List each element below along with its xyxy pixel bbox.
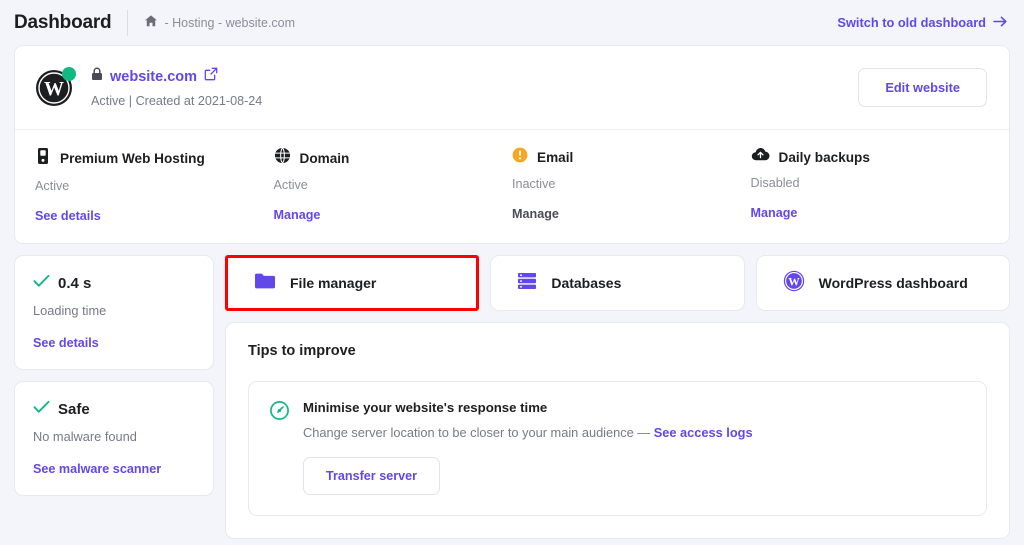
website-name-row: website.com [91,67,262,86]
tips-card: Tips to improve Minimise your website's … [225,322,1010,539]
quick-action-wordpress-dashboard[interactable]: W WordPress dashboard [756,255,1010,311]
right-column: File manager Databases [225,255,1010,539]
speedometer-icon [269,400,290,495]
check-icon [33,400,50,419]
service-item-email: Email Inactive Manage [512,147,751,225]
service-action-link[interactable]: Manage [512,207,559,221]
stat-card-loading-time: 0.4 s Loading time See details [14,255,214,370]
service-status: Disabled [751,176,990,190]
stat-card-malware: Safe No malware found See malware scanne… [14,381,214,496]
service-title: Domain [300,151,350,166]
stat-label: Loading time [33,303,195,318]
service-header: Daily backups [751,147,990,167]
cloud-upload-icon [751,147,770,167]
service-status: Active [35,179,274,193]
service-title: Premium Web Hosting [60,151,205,166]
stat-header: 0.4 s [33,274,195,293]
arrow-right-icon [993,15,1008,31]
quick-action-label: WordPress dashboard [819,275,968,291]
stat-header: Safe [33,400,195,419]
lock-icon [91,67,103,86]
service-title: Daily backups [779,150,870,165]
stat-value: Safe [58,401,90,418]
wordpress-icon: W [783,270,805,297]
website-name-link[interactable]: website.com [110,69,197,85]
globe-icon [274,147,291,169]
service-item-backups: Daily backups Disabled Manage [751,147,990,225]
tip-item: Minimise your website's response time Ch… [248,381,987,516]
tip-description: Change server location to be closer to y… [303,425,966,440]
switch-link-label: Switch to old dashboard [837,15,986,30]
service-action-link[interactable]: Manage [274,208,321,222]
service-item-domain: Domain Active Manage [274,147,513,225]
main-content: W website.com [0,45,1024,539]
service-header: Email [512,147,751,168]
website-card: W website.com [14,45,1010,244]
breadcrumb-text: - Hosting - website.com [164,16,295,30]
breadcrumb: - Hosting - website.com [144,14,295,31]
check-icon [33,274,50,293]
database-icon [517,272,537,295]
quick-actions-row: File manager Databases [225,255,1010,311]
folder-icon [254,272,276,295]
stat-label: No malware found [33,429,195,444]
website-card-header: W website.com [15,46,1009,130]
stat-link[interactable]: See malware scanner [33,462,161,476]
services-row: Premium Web Hosting Active See details D… [15,130,1009,243]
stat-link[interactable]: See details [33,336,99,350]
home-icon [144,14,158,31]
status-dot [62,67,76,81]
svg-text:W: W [788,276,800,288]
edit-website-button[interactable]: Edit website [858,68,987,107]
service-action-link[interactable]: See details [35,209,101,223]
service-title: Email [537,150,573,165]
quick-action-label: File manager [290,275,376,291]
tip-body: Minimise your website's response time Ch… [303,400,966,495]
see-access-logs-link[interactable]: See access logs [654,425,753,440]
quick-action-label: Databases [551,275,621,291]
lower-region: 0.4 s Loading time See details Safe No m… [14,255,1010,539]
external-link-icon[interactable] [204,67,218,86]
page-title: Dashboard [14,12,111,34]
service-item-hosting: Premium Web Hosting Active See details [35,147,274,225]
server-icon [35,147,51,170]
quick-action-databases[interactable]: Databases [490,255,744,311]
quick-action-file-manager[interactable]: File manager [225,255,479,311]
tip-heading: Minimise your website's response time [303,400,966,415]
wordpress-logo: W [35,69,73,107]
stat-value: 0.4 s [58,275,91,292]
tips-title: Tips to improve [248,343,987,359]
service-header: Premium Web Hosting [35,147,274,170]
website-subtitle: Active | Created at 2021-08-24 [91,94,262,108]
website-meta: website.com Active | Created at 2021-08-… [91,67,262,108]
stats-column: 0.4 s Loading time See details Safe No m… [14,255,214,507]
service-status: Inactive [512,177,751,191]
service-action-link[interactable]: Manage [751,206,798,220]
warning-circle-icon [512,147,528,168]
switch-to-old-dashboard-link[interactable]: Switch to old dashboard [837,15,1008,31]
transfer-server-button[interactable]: Transfer server [303,457,440,495]
service-status: Active [274,178,513,192]
service-header: Domain [274,147,513,169]
svg-text:W: W [44,78,64,100]
header-divider [127,10,128,36]
tip-description-text: Change server location to be closer to y… [303,425,654,440]
top-bar: Dashboard - Hosting - website.com Switch… [0,0,1024,45]
